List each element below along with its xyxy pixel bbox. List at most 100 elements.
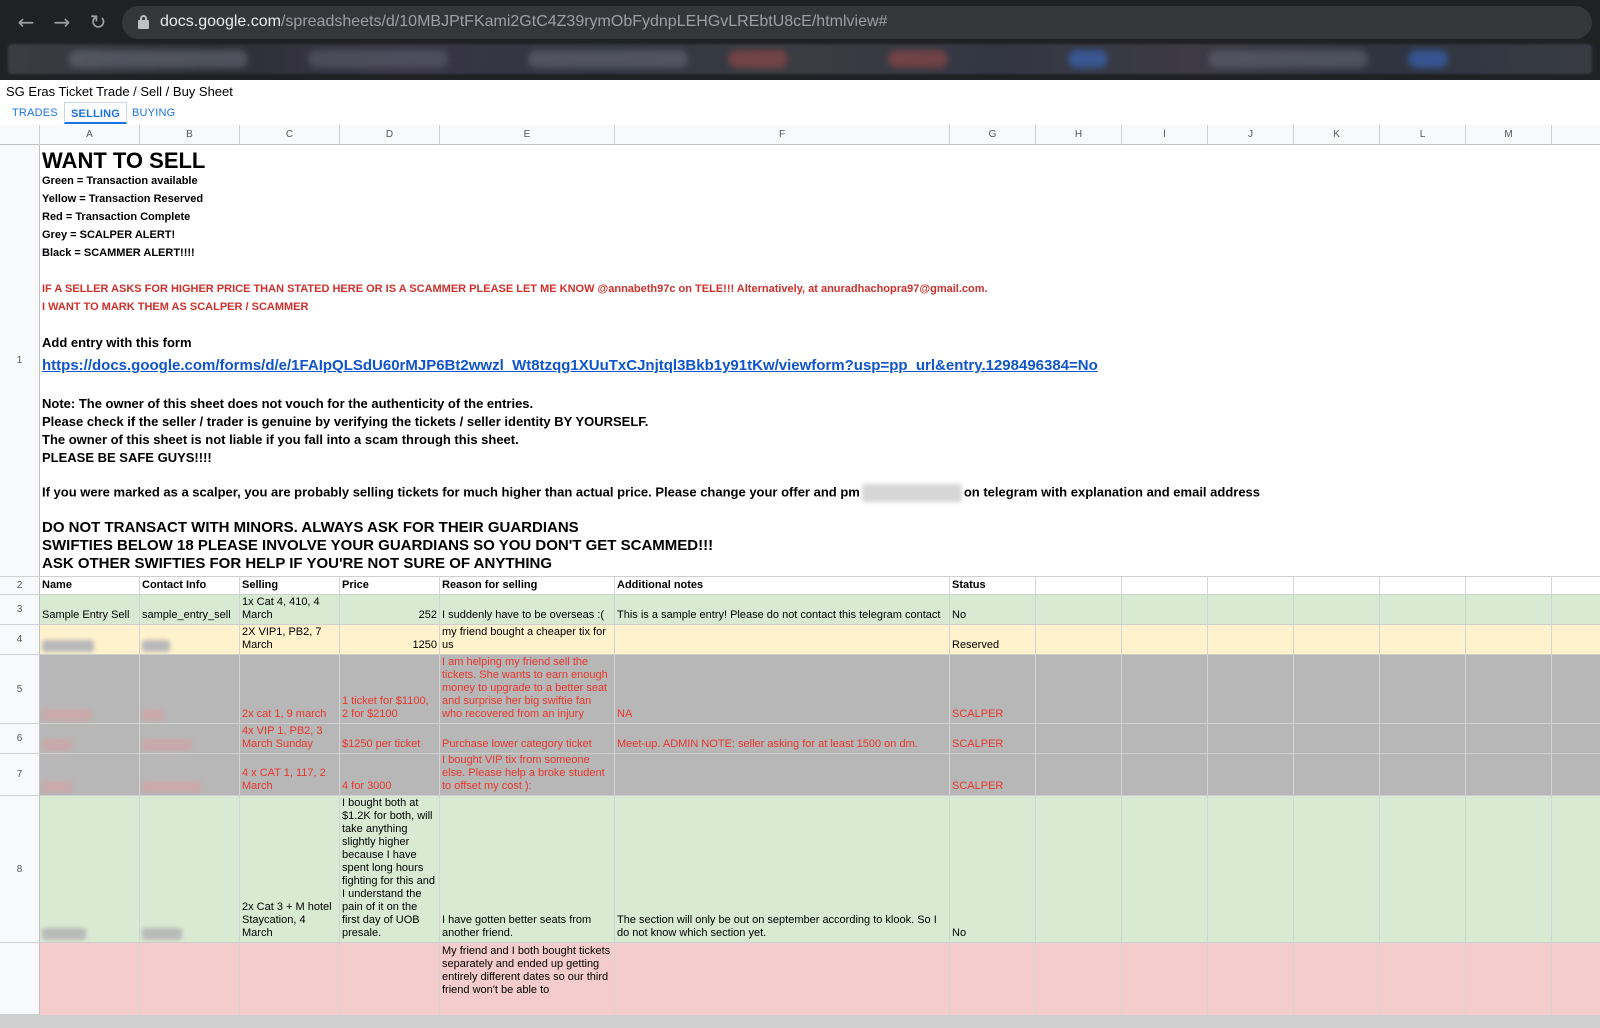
column-header-d[interactable]: D — [340, 125, 440, 145]
tab-selling[interactable]: SELLING — [64, 102, 128, 124]
tab-buying[interactable]: BUYING — [126, 102, 181, 124]
cell-reason[interactable]: my friend bought a cheaper tix for us — [440, 625, 615, 654]
row-header-9[interactable] — [0, 943, 40, 1015]
empty-cell[interactable] — [1036, 655, 1122, 723]
row-header-8[interactable]: 8 — [0, 796, 40, 943]
cell-contact[interactable] — [140, 625, 240, 654]
empty-cell[interactable] — [1294, 595, 1380, 624]
empty-cell[interactable] — [1208, 943, 1294, 1015]
cell-price[interactable]: 1 ticket for $1100, 2 for $2100 — [340, 655, 440, 723]
forward-arrow-icon[interactable]: → — [48, 8, 76, 36]
empty-cell[interactable] — [1036, 796, 1122, 942]
header-selling[interactable]: Selling — [240, 577, 340, 594]
cell-notes[interactable]: NA — [615, 655, 950, 723]
form-link[interactable]: https://docs.google.com/forms/d/e/1FAIpQ… — [42, 357, 1098, 374]
cell-selling[interactable]: 2x Cat 3 + M hotel Staycation, 4 March — [240, 796, 340, 942]
cell-selling[interactable]: 4 x CAT 1, 117, 2 March — [240, 754, 340, 795]
empty-cell[interactable] — [1036, 577, 1122, 594]
back-arrow-icon[interactable]: ← — [12, 8, 40, 36]
column-header-g[interactable]: G — [950, 125, 1036, 145]
column-header-a[interactable]: A — [40, 125, 140, 145]
empty-cell[interactable] — [1466, 655, 1552, 723]
empty-cell[interactable] — [1294, 625, 1380, 654]
empty-cell[interactable] — [1466, 577, 1552, 594]
column-header-l[interactable]: L — [1380, 125, 1466, 145]
empty-cell[interactable] — [1208, 724, 1294, 753]
cell-name[interactable] — [40, 655, 140, 723]
empty-cell[interactable] — [1208, 754, 1294, 795]
row-header-3[interactable]: 3 — [0, 595, 40, 625]
row-header-4[interactable]: 4 — [0, 625, 40, 655]
cell-reason[interactable]: My friend and I both bought tickets sepa… — [440, 943, 615, 1015]
empty-cell[interactable] — [1122, 943, 1208, 1015]
cell-status[interactable]: SCALPER — [950, 754, 1036, 795]
cell-name[interactable] — [40, 625, 140, 654]
column-header-k[interactable]: K — [1294, 125, 1380, 145]
column-header-e[interactable]: E — [440, 125, 615, 145]
column-header-h[interactable]: H — [1036, 125, 1122, 145]
empty-cell[interactable] — [1466, 796, 1552, 942]
cell-selling[interactable] — [240, 943, 340, 1015]
cell-notes[interactable] — [615, 625, 950, 654]
column-header-c[interactable]: C — [240, 125, 340, 145]
cell-contact[interactable]: sample_entry_sell — [140, 595, 240, 624]
cell-contact[interactable] — [140, 655, 240, 723]
empty-cell[interactable] — [1380, 724, 1466, 753]
row-header-2[interactable]: 2 — [0, 577, 40, 595]
empty-cell[interactable] — [1036, 724, 1122, 753]
cell-reason[interactable]: I bought VIP tix from someone else. Plea… — [440, 754, 615, 795]
empty-cell[interactable] — [1208, 655, 1294, 723]
empty-cell[interactable] — [1294, 577, 1380, 594]
empty-cell[interactable] — [1208, 577, 1294, 594]
empty-cell[interactable] — [1380, 796, 1466, 942]
cell-price[interactable]: 1250 — [340, 625, 440, 654]
reload-icon[interactable]: ↻ — [84, 8, 112, 36]
cell-status[interactable]: No — [950, 796, 1036, 942]
cell-reason[interactable]: I suddenly have to be overseas :( — [440, 595, 615, 624]
empty-cell[interactable] — [1122, 754, 1208, 795]
cell-reason[interactable]: I am helping my friend sell the tickets.… — [440, 655, 615, 723]
intro-cell[interactable]: WANT TO SELL Green = Transaction availab… — [42, 145, 1597, 577]
cell-contact[interactable] — [140, 724, 240, 753]
empty-cell[interactable] — [1380, 943, 1466, 1015]
column-header-b[interactable]: B — [140, 125, 240, 145]
header-status[interactable]: Status — [950, 577, 1036, 594]
header-reason[interactable]: Reason for selling — [440, 577, 615, 594]
column-header-m[interactable]: M — [1466, 125, 1552, 145]
empty-cell[interactable] — [1380, 655, 1466, 723]
cell-price[interactable] — [340, 943, 440, 1015]
empty-cell[interactable] — [1122, 655, 1208, 723]
address-bar[interactable]: docs.google.com/spreadsheets/d/10MBJPtFK… — [122, 6, 1592, 39]
empty-cell[interactable] — [1466, 625, 1552, 654]
empty-cell[interactable] — [1466, 943, 1552, 1015]
empty-cell[interactable] — [1380, 754, 1466, 795]
empty-cell[interactable] — [1380, 577, 1466, 594]
empty-cell[interactable] — [1294, 754, 1380, 795]
cell-price[interactable]: $1250 per ticket — [340, 724, 440, 753]
empty-cell[interactable] — [1036, 625, 1122, 654]
cell-contact[interactable] — [140, 943, 240, 1015]
column-header-i[interactable]: I — [1122, 125, 1208, 145]
empty-cell[interactable] — [1466, 754, 1552, 795]
horizontal-scrollbar[interactable] — [0, 1015, 1600, 1028]
cell-name[interactable] — [40, 943, 140, 1015]
empty-cell[interactable] — [1294, 724, 1380, 753]
header-additional-notes[interactable]: Additional notes — [615, 577, 950, 594]
cell-contact[interactable] — [140, 754, 240, 795]
cell-status[interactable]: SCALPER — [950, 655, 1036, 723]
tab-trades[interactable]: TRADES — [6, 102, 64, 124]
cell-price[interactable]: 252 — [340, 595, 440, 624]
empty-cell[interactable] — [1122, 625, 1208, 654]
cell-status[interactable]: No — [950, 595, 1036, 624]
cell-selling[interactable]: 1x Cat 4, 410, 4 March — [240, 595, 340, 624]
cell-name[interactable]: Sample Entry Sell — [40, 595, 140, 624]
cell-status[interactable] — [950, 943, 1036, 1015]
empty-cell[interactable] — [1208, 595, 1294, 624]
cell-notes[interactable]: The section will only be out on septembe… — [615, 796, 950, 942]
corner-cell[interactable] — [0, 125, 40, 145]
row-header-7[interactable]: 7 — [0, 754, 40, 796]
cell-price[interactable]: 4 for 3000 — [340, 754, 440, 795]
empty-cell[interactable] — [1122, 796, 1208, 942]
column-header-j[interactable]: J — [1208, 125, 1294, 145]
cell-selling[interactable]: 2X VIP1, PB2, 7 March — [240, 625, 340, 654]
